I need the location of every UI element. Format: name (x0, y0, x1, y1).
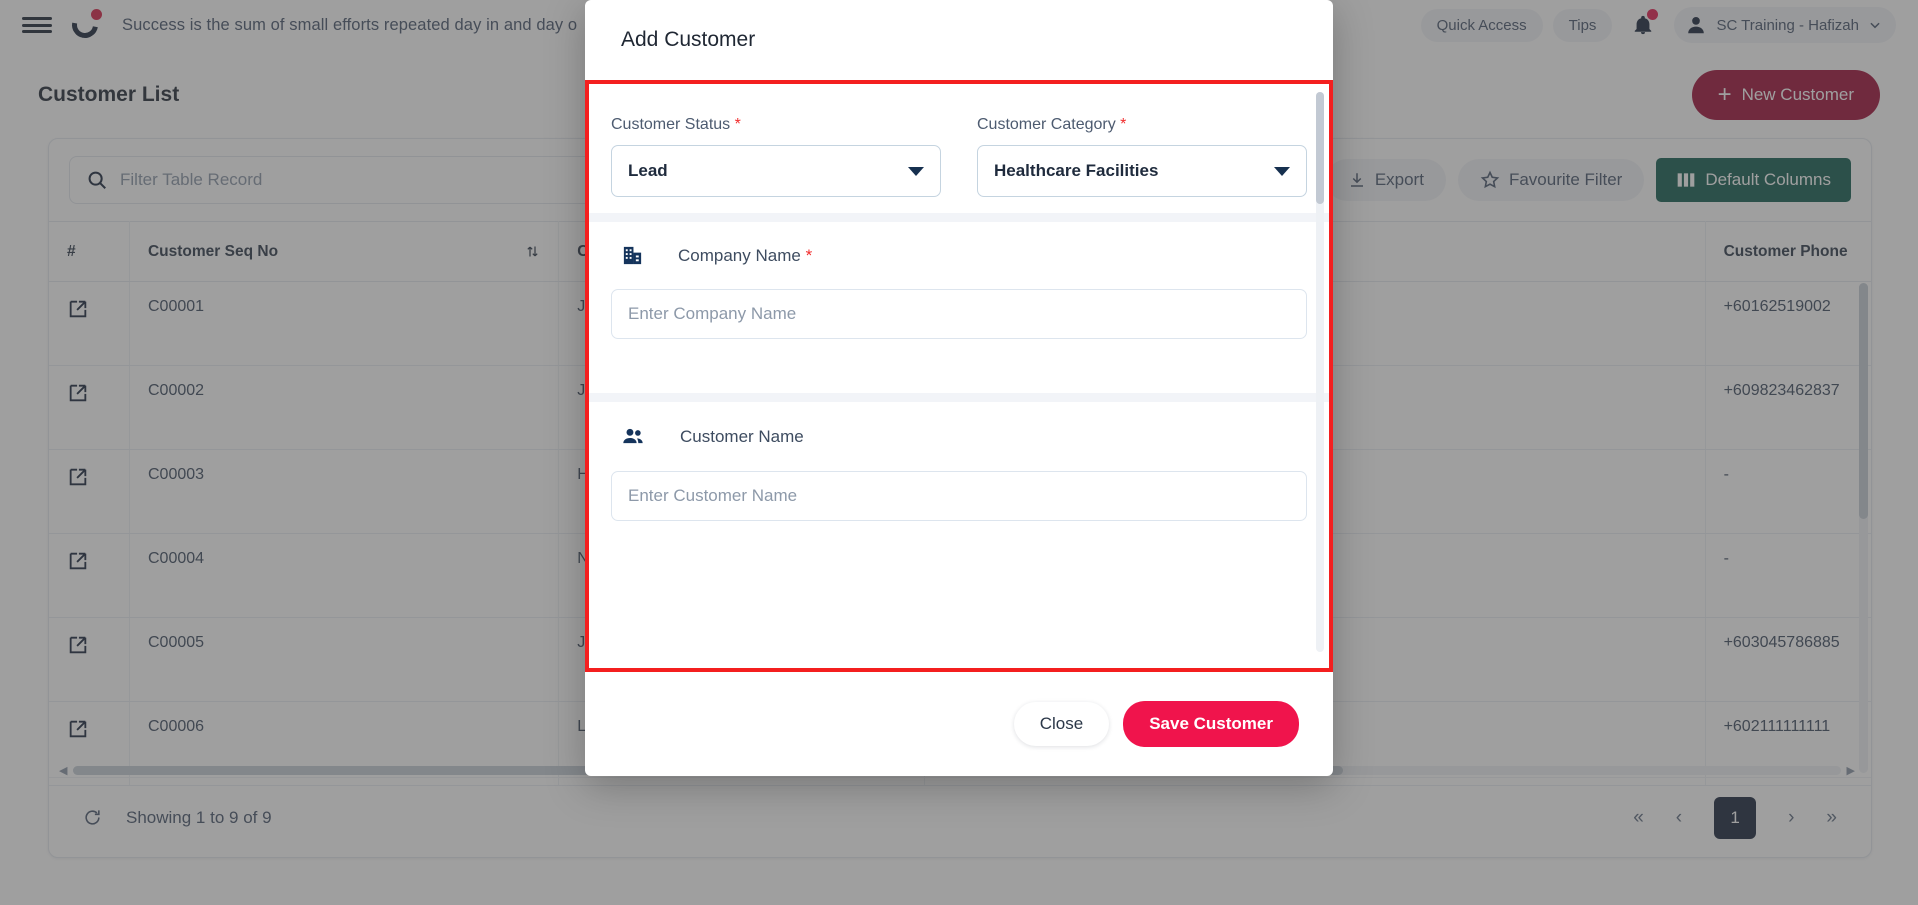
label-text: Customer Name (680, 426, 804, 446)
section-divider (589, 393, 1329, 402)
modal-header: Add Customer (585, 0, 1333, 80)
customer-name-input-wrap[interactable] (611, 471, 1307, 521)
customer-status-select[interactable]: Lead (611, 145, 941, 197)
label-text: Customer Category (977, 116, 1116, 133)
required-asterisk: * (1120, 116, 1127, 133)
customer-name-input[interactable] (628, 486, 1290, 506)
label-text: Company Name (678, 245, 801, 265)
customer-category-value: Healthcare Facilities (994, 161, 1159, 180)
customer-name-group-header: Customer Name (589, 402, 1329, 449)
required-asterisk: * (805, 245, 813, 265)
modal-title: Add Customer (621, 28, 756, 51)
company-name-label: Company Name * (678, 246, 812, 266)
customer-category-field: Customer Category * Healthcare Facilitie… (977, 116, 1307, 197)
customer-status-label: Customer Status * (611, 116, 941, 134)
company-name-input-wrap[interactable] (611, 289, 1307, 339)
building-icon (621, 244, 644, 267)
company-name-input[interactable] (628, 304, 1290, 324)
modal-scroll-content: Customer Status * Lead Customer Category… (589, 84, 1329, 668)
section-divider (589, 213, 1329, 222)
modal-footer: Close Save Customer (585, 672, 1333, 776)
add-customer-modal: Add Customer Customer Status * Lead Cust… (585, 0, 1333, 776)
customer-status-value: Lead (628, 161, 668, 180)
company-name-group-header: Company Name * (589, 222, 1329, 267)
chevron-down-icon (1274, 166, 1290, 176)
customer-category-select[interactable]: Healthcare Facilities (977, 145, 1307, 197)
close-button[interactable]: Close (1013, 702, 1110, 746)
save-customer-button[interactable]: Save Customer (1123, 701, 1299, 747)
app-root: Success is the sum of small efforts repe… (0, 0, 1918, 905)
status-category-row: Customer Status * Lead Customer Category… (589, 84, 1329, 197)
customer-name-label: Customer Name (680, 427, 804, 447)
scroll-thumb[interactable] (1316, 92, 1324, 204)
required-asterisk: * (734, 116, 741, 133)
modal-vertical-scrollbar[interactable] (1316, 92, 1324, 652)
people-icon (621, 424, 646, 449)
label-text: Customer Status (611, 116, 731, 133)
chevron-down-icon (908, 166, 924, 176)
modal-body: Customer Status * Lead Customer Category… (585, 80, 1333, 672)
customer-status-field: Customer Status * Lead (611, 116, 941, 197)
customer-category-label: Customer Category * (977, 116, 1307, 134)
